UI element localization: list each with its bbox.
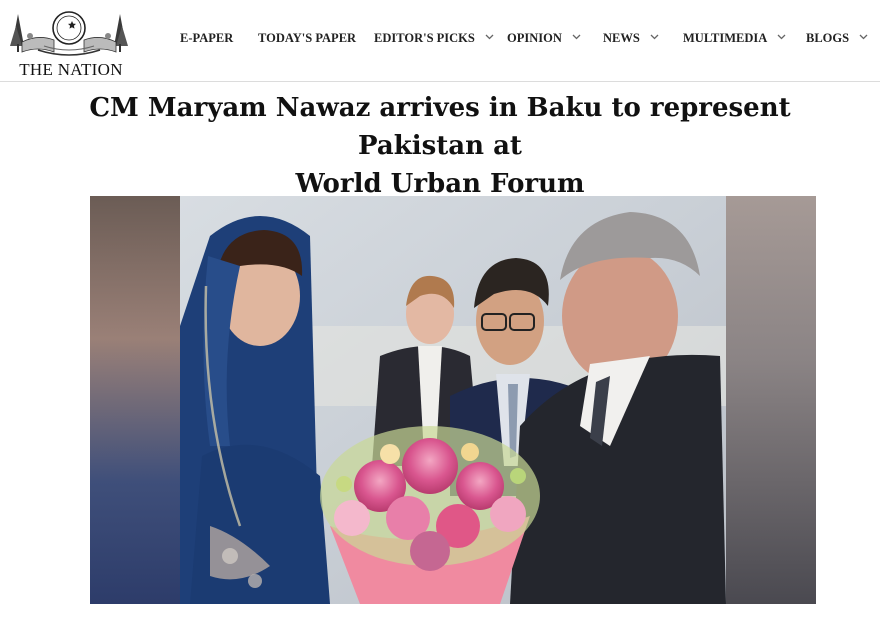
nav-item-label: E-PAPER	[180, 31, 234, 45]
article-headline: CM Maryam Nawaz arrives in Baku to repre…	[40, 89, 840, 203]
nav-item-label: NEWS	[603, 31, 640, 45]
chevron-down-icon	[859, 34, 868, 40]
chevron-down-icon	[777, 34, 786, 40]
headline-line-1: CM Maryam Nawaz arrives in Baku to repre…	[89, 93, 791, 161]
headline-line-2: World Urban Forum	[295, 169, 585, 199]
brand-name: THE NATION	[19, 60, 123, 79]
emblem-icon	[10, 11, 128, 56]
site-header: THE NATION E-PAPER TODAY'S PAPER EDITOR'…	[0, 0, 880, 82]
site-logo[interactable]: THE NATION	[8, 6, 130, 79]
nav-item-multimedia[interactable]: MULTIMEDIA	[683, 31, 786, 46]
chevron-down-icon	[572, 34, 581, 40]
nav-item-label: MULTIMEDIA	[683, 31, 767, 45]
article-photo[interactable]	[90, 196, 816, 604]
nav-item-label: TODAY'S PAPER	[258, 31, 357, 45]
nav-item-label: BLOGS	[806, 31, 850, 45]
nav-item-news[interactable]: NEWS	[603, 31, 659, 46]
nav-item-todays-paper[interactable]: TODAY'S PAPER	[258, 31, 356, 46]
chevron-down-icon	[650, 34, 659, 40]
nav-item-label: OPINION	[507, 31, 562, 45]
article-photo-image	[90, 196, 816, 604]
nav-item-e-paper[interactable]: E-PAPER	[180, 31, 233, 46]
chevron-down-icon	[485, 34, 494, 40]
nav-item-opinion[interactable]: OPINION	[507, 31, 581, 46]
nav-item-label: EDITOR'S PICKS	[374, 31, 475, 45]
nav-item-blogs[interactable]: BLOGS	[806, 31, 868, 46]
main-nav: E-PAPER TODAY'S PAPER EDITOR'S PICKS OPI…	[180, 31, 880, 51]
nav-item-editors-picks[interactable]: EDITOR'S PICKS	[374, 31, 494, 46]
